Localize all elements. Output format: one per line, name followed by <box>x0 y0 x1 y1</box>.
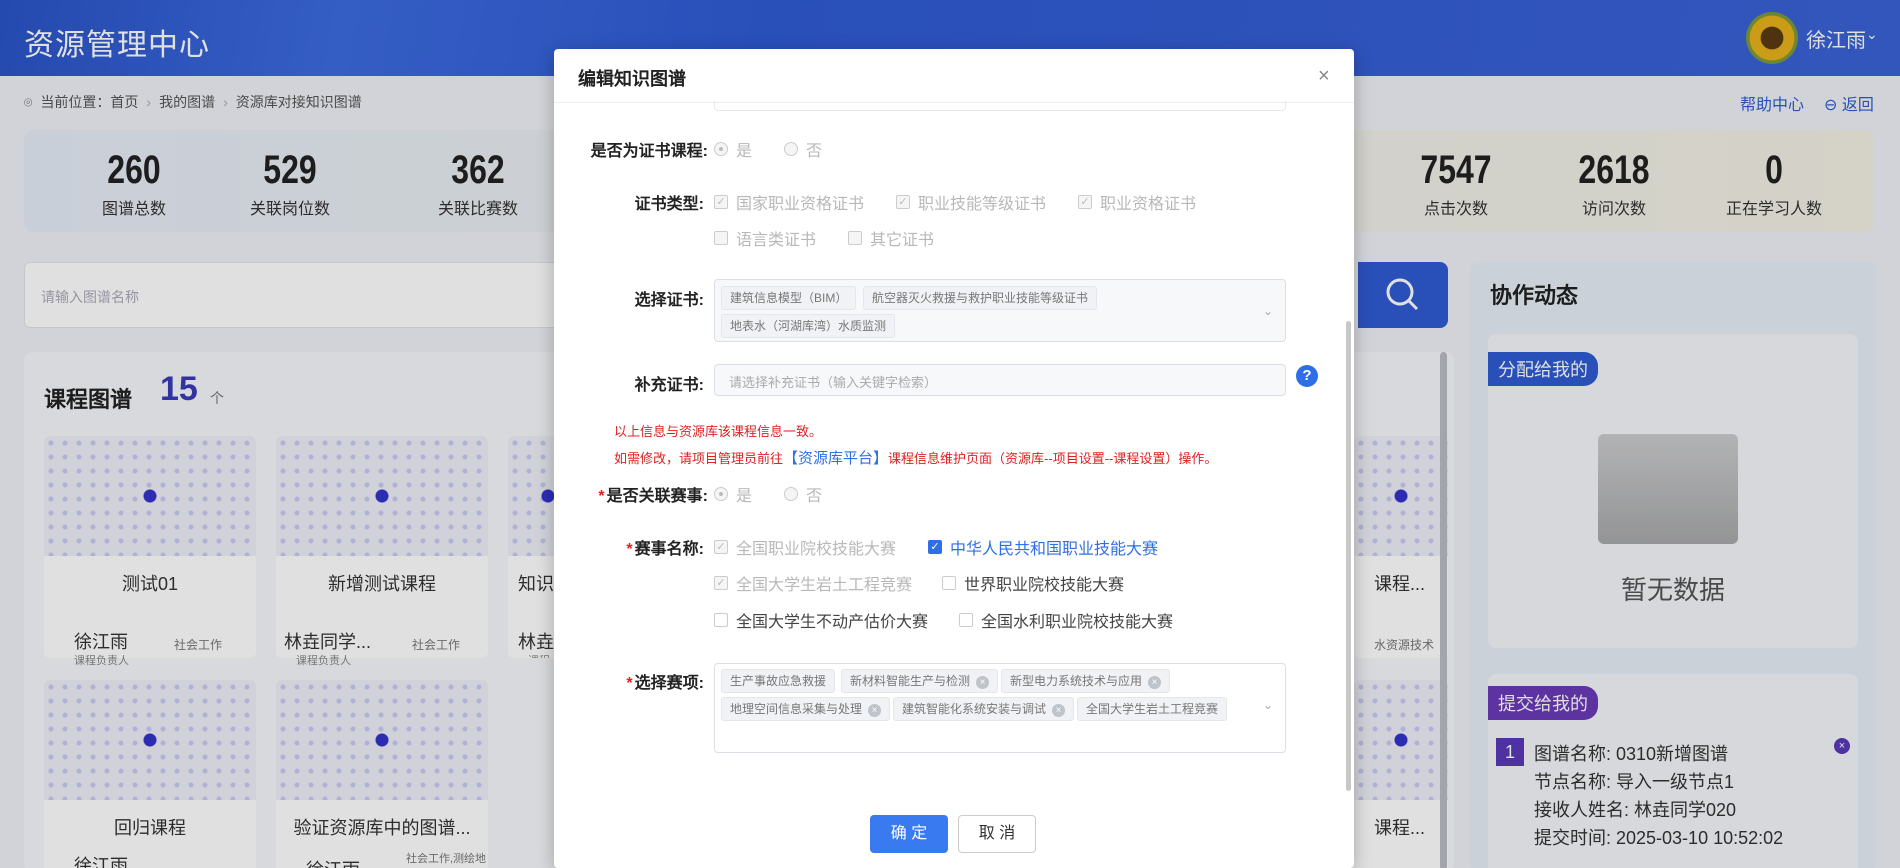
contest-item-chip: 新材料智能生产与检测 × <box>841 669 999 693</box>
contest-item-chip: 全国大学生岩土工程竞赛 <box>1077 697 1228 721</box>
contest-item-field[interactable]: 生产事故应急救援 新材料智能生产与检测 × 新型电力系统技术与应用 × 地理空间信息… <box>714 663 1286 753</box>
radio[interactable] <box>714 487 728 501</box>
help-icon[interactable]: ? <box>1296 365 1318 387</box>
chip-close-icon[interactable]: × <box>1052 704 1066 717</box>
cert-type-option[interactable]: ✓ 职业技能等级证书 <box>896 190 1046 214</box>
cert-chip: 地表水（河湖库湾）水质监测 <box>721 314 896 338</box>
previous-field <box>714 101 1286 111</box>
option-label: 全国大学生不动产估价大赛 <box>736 614 929 631</box>
edit-graph-dialog: 编辑知识图谱 × 是否为证书课程: 是 否 证书类型: ✓ 国家职业资格证书 ✓ 职… <box>554 49 1354 868</box>
contest-option[interactable]: ✓ 全国职业院校技能大赛 <box>714 535 896 559</box>
option-label: 全国大学生岩土工程竞赛 <box>736 577 913 594</box>
extra-cert-placeholder: 请选择补充证书（输入关键字检索） <box>729 375 938 390</box>
chip-close-icon[interactable]: × <box>1148 676 1162 689</box>
chip-label: 地理空间信息采集与处理 <box>730 702 863 716</box>
checkbox[interactable]: ✓ <box>714 576 728 590</box>
option-label: 中华人民共和国职业技能大赛 <box>950 541 1159 558</box>
label-text: 赛事名称: <box>634 541 704 558</box>
option-label: 全国职业院校技能大赛 <box>736 541 897 558</box>
label-text: 是否关联赛事: <box>606 488 708 505</box>
dialog-scrollbar[interactable] <box>1346 321 1351 791</box>
select-cert-field[interactable]: 建筑信息模型（BIM） 航空器灭火救援与救护职业技能等级证书 地表水（河湖库湾）… <box>714 279 1286 342</box>
checkbox[interactable] <box>714 613 728 627</box>
select-cert-label: 选择证书: <box>634 292 704 309</box>
info-note-2: 如需修改，请项目管理员前往【资源库平台】课程信息维护页面（资源库--项目设置--… <box>614 447 1217 468</box>
note-text: 课程信息维护页面（资源库--项目设置--课程设置）操作。 <box>888 451 1218 466</box>
chip-close-icon[interactable]: × <box>976 676 990 689</box>
checkbox[interactable] <box>714 231 728 245</box>
contest-item-chip: 建筑智能化系统安装与调试 × <box>893 697 1075 721</box>
option-label: 职业资格证书 <box>1100 196 1197 213</box>
option-label: 否 <box>806 488 823 505</box>
contest-name-label: * 赛事名称: <box>554 535 704 559</box>
option-label: 否 <box>806 143 823 160</box>
cert-type-label: 证书类型: <box>634 196 704 213</box>
confirm-button[interactable]: 确 定 <box>870 815 948 853</box>
label-text: 选择赛项: <box>634 675 704 692</box>
related-contest-label: * 是否关联赛事: <box>558 482 708 506</box>
contest-item-label: * 选择赛项: <box>554 669 704 693</box>
chevron-down-icon: ⌄ <box>1262 304 1273 318</box>
option-label: 是 <box>736 488 753 505</box>
checkbox[interactable]: ✓ <box>928 540 942 554</box>
radio[interactable] <box>714 142 728 156</box>
cancel-button[interactable]: 取 消 <box>958 815 1036 853</box>
cert-type-option[interactable]: 语言类证书 <box>714 226 816 250</box>
extra-cert-label: 补充证书: <box>634 377 704 394</box>
option-label: 世界职业院校技能大赛 <box>964 577 1125 594</box>
contest-item-chip: 地理空间信息采集与处理 × <box>721 697 891 721</box>
required-mark: * <box>626 541 633 558</box>
chip-label: 新型电力系统技术与应用 <box>1010 674 1143 688</box>
radio[interactable] <box>784 487 798 501</box>
cert-course-no[interactable]: 否 <box>784 137 822 161</box>
contest-option[interactable]: 全国水利职业院校技能大赛 <box>959 608 1173 632</box>
contest-option[interactable]: ✓ 中华人民共和国职业技能大赛 <box>928 535 1158 559</box>
contest-item-chip: 新型电力系统技术与应用 × <box>1001 669 1171 693</box>
checkbox[interactable] <box>959 613 973 627</box>
info-note: 以上信息与资源库该课程信息一致。 <box>614 424 823 439</box>
contest-option[interactable]: 全国大学生不动产估价大赛 <box>714 608 928 632</box>
required-mark: * <box>598 488 605 505</box>
radio[interactable] <box>784 142 798 156</box>
checkbox[interactable]: ✓ <box>1078 195 1092 209</box>
close-icon[interactable]: × <box>1318 65 1330 88</box>
checkbox[interactable]: ✓ <box>896 195 910 209</box>
checkbox[interactable]: ✓ <box>714 195 728 209</box>
dialog-header: 编辑知识图谱 × <box>554 49 1354 103</box>
option-label: 全国水利职业院校技能大赛 <box>981 614 1174 631</box>
cert-course-label: 是否为证书课程: <box>590 143 708 160</box>
dialog-title: 编辑知识图谱 <box>578 69 686 89</box>
extra-cert-input[interactable]: 请选择补充证书（输入关键字检索） <box>714 364 1286 396</box>
checkbox[interactable] <box>848 231 862 245</box>
contest-option[interactable]: ✓ 全国大学生岩土工程竞赛 <box>714 571 912 595</box>
related-contest-yes[interactable]: 是 <box>714 482 752 506</box>
resource-platform-link[interactable]: 【资源库平台】 <box>783 450 888 467</box>
chevron-down-icon: ⌄ <box>1262 698 1273 712</box>
option-label: 职业技能等级证书 <box>918 196 1047 213</box>
cert-type-option[interactable]: ✓ 国家职业资格证书 <box>714 190 864 214</box>
checkbox[interactable]: ✓ <box>714 540 728 554</box>
cert-course-yes[interactable]: 是 <box>714 137 752 161</box>
chip-label: 生产事故应急救援 <box>730 674 827 688</box>
contest-item-chip: 生产事故应急救援 <box>721 669 836 693</box>
option-label: 是 <box>736 143 753 160</box>
option-label: 国家职业资格证书 <box>736 196 865 213</box>
note-text: 如需修改，请项目管理员前往 <box>614 451 784 466</box>
related-contest-no[interactable]: 否 <box>784 482 822 506</box>
option-label: 其它证书 <box>870 232 935 249</box>
required-mark: * <box>626 675 633 692</box>
chip-label: 建筑智能化系统安装与调试 <box>902 702 1047 716</box>
cert-type-option[interactable]: 其它证书 <box>848 226 934 250</box>
chip-close-icon[interactable]: × <box>868 704 882 717</box>
contest-option[interactable]: 世界职业院校技能大赛 <box>942 571 1124 595</box>
cert-chip: 航空器灭火救援与救护职业技能等级证书 <box>863 286 1098 310</box>
option-label: 语言类证书 <box>736 232 817 249</box>
chip-label: 全国大学生岩土工程竞赛 <box>1086 702 1219 716</box>
cert-type-option[interactable]: ✓ 职业资格证书 <box>1078 190 1196 214</box>
chip-label: 新材料智能生产与检测 <box>850 674 971 688</box>
cert-chip: 建筑信息模型（BIM） <box>721 286 857 310</box>
checkbox[interactable] <box>942 576 956 590</box>
